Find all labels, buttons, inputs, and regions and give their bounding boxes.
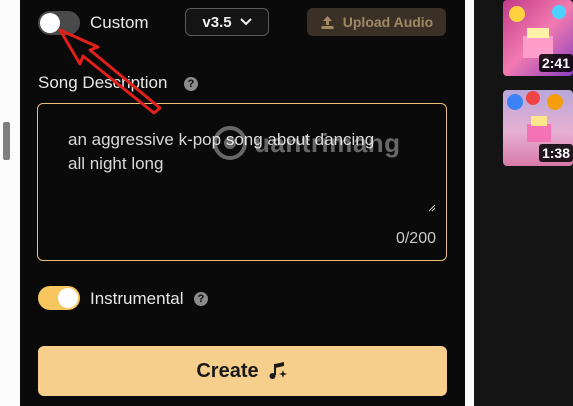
- video-thumbnail[interactable]: 2:41: [503, 0, 573, 76]
- video-duration: 2:41: [538, 54, 573, 72]
- panel-divider: [465, 0, 474, 406]
- video-thumbnail[interactable]: 1:38: [503, 90, 573, 166]
- video-duration: 1:38: [538, 144, 573, 162]
